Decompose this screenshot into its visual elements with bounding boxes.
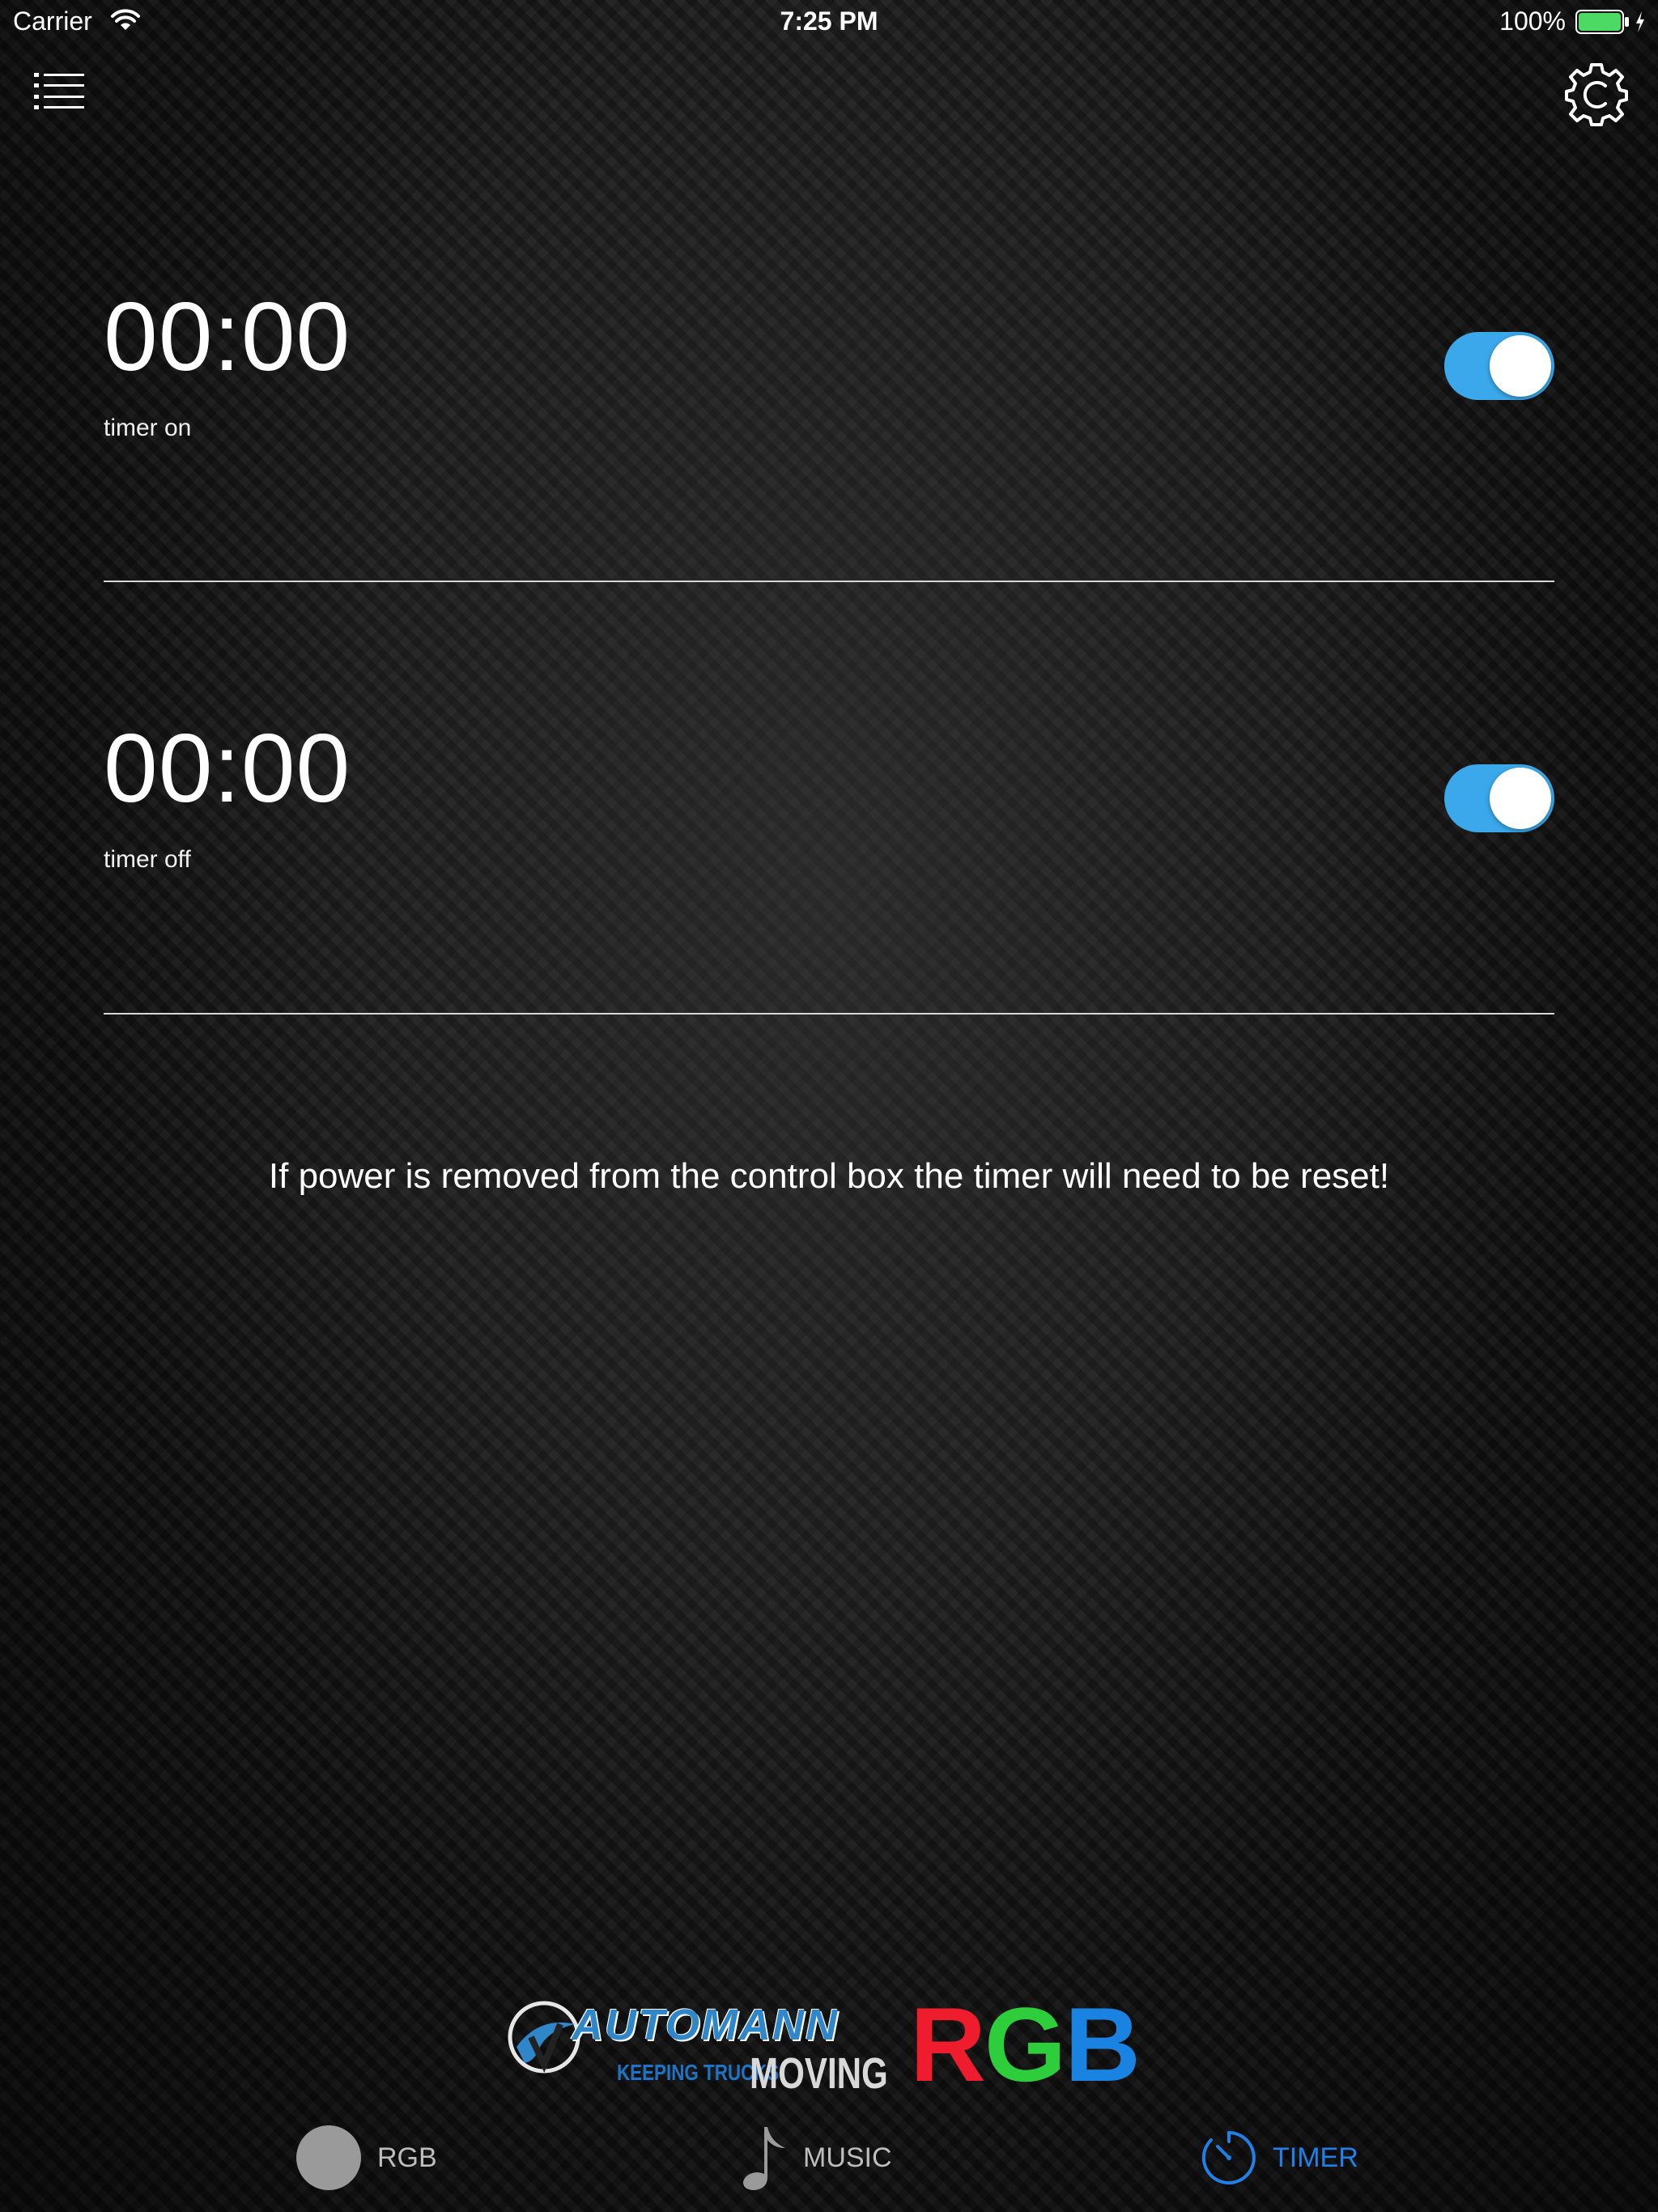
- gear-icon[interactable]: [1564, 62, 1629, 126]
- battery-icon: [1575, 10, 1629, 34]
- automann-rgb-logo: AUTOMANN KEEPING TRUCKS MOVING RGB: [502, 1992, 1158, 2105]
- status-bar: Carrier 7:25 PM 100%: [0, 0, 1658, 45]
- list-icon[interactable]: [34, 71, 84, 112]
- tab-label: TIMER: [1273, 2142, 1358, 2173]
- music-note-icon: [743, 2127, 785, 2190]
- tab-rgb[interactable]: RGB: [295, 2121, 437, 2194]
- tab-label: RGB: [377, 2142, 437, 2173]
- toggle-knob: [1490, 768, 1551, 829]
- battery-percent: 100%: [1499, 6, 1566, 36]
- divider: [104, 581, 1554, 582]
- logo-rgb-b: B: [1065, 1985, 1141, 2104]
- power-warning-text: If power is removed from the control box…: [268, 1156, 1390, 1196]
- timer-on-toggle[interactable]: [1444, 332, 1554, 400]
- timer-off-label: timer off: [104, 846, 191, 873]
- toggle-knob: [1490, 335, 1551, 397]
- logo-rgb-r: R: [910, 1985, 986, 2104]
- automann-emblem-icon: [508, 2001, 580, 2074]
- timer-on-label: timer on: [104, 415, 192, 441]
- timer-off-time[interactable]: 00:00: [104, 720, 351, 817]
- timer-icon: [1201, 2131, 1256, 2184]
- circle-icon: [296, 2125, 361, 2190]
- logo-rgb-text: RGB: [910, 1992, 1141, 2097]
- divider: [104, 1013, 1554, 1015]
- tab-music[interactable]: MUSIC: [742, 2121, 892, 2194]
- status-time: 7:25 PM: [780, 6, 878, 36]
- timer-on-time[interactable]: 00:00: [104, 288, 351, 385]
- charging-bolt-icon: [1636, 11, 1644, 32]
- timer-off-toggle[interactable]: [1444, 764, 1554, 832]
- logo-rgb-g: G: [984, 1985, 1066, 2104]
- tab-timer[interactable]: TIMER: [1200, 2121, 1358, 2194]
- logo-brand-text: AUTOMANN: [572, 2001, 839, 2049]
- logo-tagline-large: MOVING: [750, 2049, 888, 2098]
- tab-label: MUSIC: [803, 2142, 892, 2173]
